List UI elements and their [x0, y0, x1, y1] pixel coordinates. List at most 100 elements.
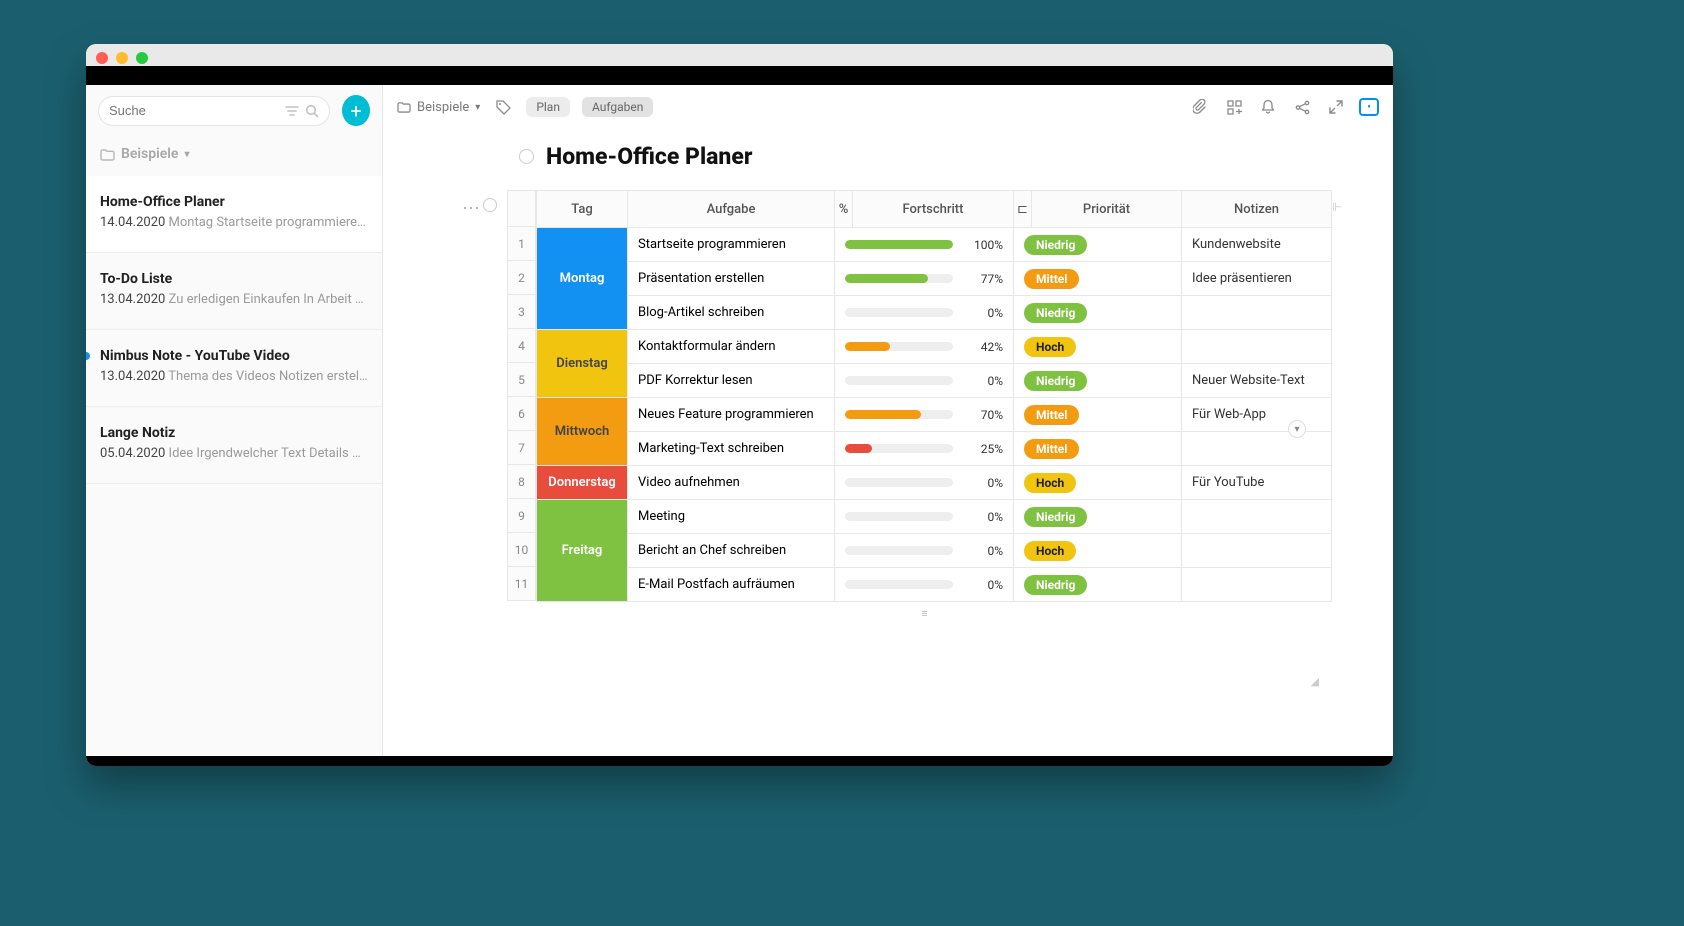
chip-plan[interactable]: Plan	[526, 97, 570, 117]
progress-bar[interactable]	[845, 546, 953, 555]
notes-cell[interactable]: Neuer Website-Text	[1182, 364, 1332, 398]
task-cell[interactable]: Video aufnehmen	[628, 466, 835, 500]
notes-cell[interactable]	[1182, 330, 1332, 364]
row-number[interactable]: 1	[507, 227, 536, 261]
capture-icon[interactable]: •	[1359, 98, 1379, 116]
tag-icon[interactable]	[492, 96, 514, 118]
share-icon[interactable]	[1291, 96, 1313, 118]
notes-cell[interactable]: Für YouTube	[1182, 466, 1332, 500]
progress-bar[interactable]	[845, 478, 953, 487]
progress-bar[interactable]	[845, 274, 953, 283]
th-prioritaet[interactable]: Priorität	[1032, 191, 1182, 228]
note-item[interactable]: Nimbus Note - YouTube Video13.04.2020 Th…	[86, 330, 382, 407]
progress-cell[interactable]: 0%	[835, 534, 1014, 568]
progress-bar[interactable]	[845, 342, 953, 351]
note-item[interactable]: Lange Notiz05.04.2020 Idee Irgendwelcher…	[86, 407, 382, 484]
window-minimize-button[interactable]	[116, 52, 128, 64]
table-row[interactable]: FreitagMeeting0%Niedrig	[537, 500, 1332, 534]
task-cell[interactable]: PDF Korrektur lesen	[628, 364, 835, 398]
priority-cell[interactable]: Niedrig	[1014, 296, 1182, 330]
progress-cell[interactable]: 0%	[835, 466, 1014, 500]
table-expand-button[interactable]: ▾	[1288, 420, 1306, 438]
progress-cell[interactable]: 0%	[835, 296, 1014, 330]
th-fortschritt[interactable]: Fortschritt	[853, 191, 1014, 228]
table-row[interactable]: Blog-Artikel schreiben0%Niedrig	[537, 296, 1332, 330]
row-menu-icon[interactable]: ⋯	[459, 190, 483, 219]
row-number[interactable]: 11	[507, 567, 536, 601]
filter-icon[interactable]	[285, 105, 299, 117]
row-number[interactable]: 9	[507, 499, 536, 533]
row-number[interactable]: 4	[507, 329, 536, 363]
task-cell[interactable]: Präsentation erstellen	[628, 262, 835, 296]
progress-cell[interactable]: 100%	[835, 228, 1014, 262]
table-row[interactable]: PDF Korrektur lesen0%NiedrigNeuer Websit…	[537, 364, 1332, 398]
note-item[interactable]: To-Do Liste13.04.2020 Zu erledigen Einka…	[86, 253, 382, 330]
task-cell[interactable]: Marketing-Text schreiben	[628, 432, 835, 466]
day-cell[interactable]: Donnerstag	[537, 466, 628, 500]
search-icon[interactable]	[305, 104, 319, 118]
row-resize-handle-icon[interactable]: ≡	[507, 602, 1342, 620]
table-row[interactable]: DonnerstagVideo aufnehmen0% Hoch Für YouTu…	[537, 466, 1332, 500]
task-cell[interactable]: Kontaktformular ändern	[628, 330, 835, 364]
row-checkbox[interactable]	[483, 198, 497, 212]
sidebar-breadcrumb[interactable]: Beispiele ▾	[86, 136, 382, 176]
bell-icon[interactable]	[1257, 96, 1279, 118]
priority-cell[interactable]: Hoch	[1014, 534, 1182, 568]
search-input[interactable]	[109, 103, 285, 118]
table-row[interactable]: E-Mail Postfach aufräumen0%Niedrig	[537, 568, 1332, 602]
priority-badge[interactable]: Niedrig	[1024, 303, 1087, 323]
day-cell[interactable]: Freitag	[537, 500, 628, 602]
notes-cell[interactable]	[1182, 534, 1332, 568]
row-number[interactable]: 8	[507, 465, 536, 499]
table-row[interactable]: MittwochNeues Feature programmieren70%Mi…	[537, 398, 1332, 432]
notes-cell[interactable]: Für Web-App	[1182, 398, 1332, 432]
task-cell[interactable]: Meeting	[628, 500, 835, 534]
progress-cell[interactable]: 25%	[835, 432, 1014, 466]
priority-cell[interactable]: Mittel	[1014, 262, 1182, 296]
table-row[interactable]: MontagStartseite programmieren100%Niedri…	[537, 228, 1332, 262]
notes-cell[interactable]: Kundenwebsite	[1182, 228, 1332, 262]
priority-cell[interactable]: Niedrig	[1014, 568, 1182, 602]
priority-badge[interactable]: Niedrig	[1024, 235, 1087, 255]
window-zoom-button[interactable]	[136, 52, 148, 64]
priority-cell[interactable]: Niedrig	[1014, 500, 1182, 534]
doc-title[interactable]: Home-Office Planer	[546, 143, 752, 170]
th-aufgabe[interactable]: Aufgabe	[628, 191, 835, 228]
priority-badge[interactable]: Niedrig	[1024, 575, 1087, 595]
attachment-icon[interactable]	[1189, 96, 1211, 118]
progress-cell[interactable]: 70%	[835, 398, 1014, 432]
planner-table[interactable]: Tag Aufgabe % Fortschritt ⊏ Priorität No…	[536, 190, 1332, 602]
progress-cell[interactable]: 0%	[835, 568, 1014, 602]
table-row[interactable]: Präsentation erstellen77%MittelIdee präs…	[537, 262, 1332, 296]
priority-badge[interactable]: Niedrig	[1024, 507, 1087, 527]
progress-cell[interactable]: 0%	[835, 500, 1014, 534]
progress-bar[interactable]	[845, 444, 953, 453]
row-number[interactable]: 10	[507, 533, 536, 567]
task-cell[interactable]: Neues Feature programmieren	[628, 398, 835, 432]
priority-badge[interactable]: Mittel	[1024, 269, 1079, 289]
priority-badge[interactable]: Niedrig	[1024, 371, 1087, 391]
priority-cell[interactable]: Niedrig	[1014, 228, 1182, 262]
search-box[interactable]	[98, 96, 330, 126]
th-tag[interactable]: Tag	[537, 191, 628, 228]
add-note-button[interactable]: +	[342, 95, 370, 126]
expand-icon[interactable]	[1325, 96, 1347, 118]
table-row[interactable]: Marketing-Text schreiben25% Mittel	[537, 432, 1332, 466]
row-number[interactable]: 2	[507, 261, 536, 295]
priority-badge[interactable]: Hoch	[1024, 541, 1076, 561]
chip-aufgaben[interactable]: Aufgaben	[582, 97, 653, 117]
notes-cell[interactable]: Idee präsentieren	[1182, 262, 1332, 296]
priority-badge[interactable]: Mittel	[1024, 439, 1079, 459]
table-row[interactable]: DienstagKontaktformular ändern42%Hoch	[537, 330, 1332, 364]
column-resize-handle-icon[interactable]: ⊩	[1332, 190, 1342, 602]
priority-badge[interactable]: Hoch	[1024, 473, 1076, 493]
main-breadcrumb[interactable]: Beispiele ▾	[397, 100, 480, 115]
grid-icon[interactable]	[1223, 96, 1245, 118]
priority-cell[interactable]: Hoch	[1014, 466, 1182, 500]
row-number[interactable]: 5	[507, 363, 536, 397]
progress-bar[interactable]	[845, 410, 953, 419]
progress-cell[interactable]: 42%	[835, 330, 1014, 364]
progress-bar[interactable]	[845, 240, 953, 249]
resize-corner-icon[interactable]: ◢	[1311, 675, 1319, 688]
row-number[interactable]: 6	[507, 397, 536, 431]
